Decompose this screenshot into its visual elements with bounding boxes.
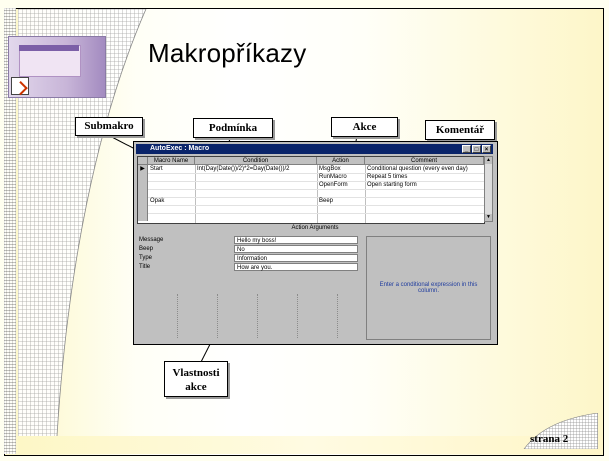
row-selector[interactable] bbox=[138, 197, 148, 205]
cell-macro-name[interactable]: Opak bbox=[148, 197, 195, 205]
argument-row: Message Hello my boss! bbox=[137, 236, 362, 244]
argument-value-input[interactable]: How are you. bbox=[234, 263, 358, 271]
cell-action[interactable]: RunMacro bbox=[317, 173, 365, 181]
argument-row: Type Information bbox=[137, 254, 362, 262]
row-selector[interactable] bbox=[138, 173, 148, 181]
close-button[interactable]: × bbox=[482, 145, 491, 153]
action-arguments-panel: Message Hello my boss! Beep No Type Info… bbox=[137, 234, 362, 340]
macro-window: AutoExec : Macro _ □ × Macro Name Condit… bbox=[133, 141, 498, 345]
callout-podminka: Podmínka bbox=[193, 118, 273, 138]
argument-row: Beep No bbox=[137, 245, 362, 253]
argument-label: Type bbox=[139, 255, 153, 261]
callout-vlastnosti-line1: Vlastnosti bbox=[172, 367, 220, 379]
callout-akce: Akce bbox=[331, 117, 398, 137]
argument-value-input[interactable]: No bbox=[234, 245, 358, 253]
scroll-up-icon[interactable]: ▲ bbox=[485, 157, 492, 164]
minimize-button[interactable]: _ bbox=[462, 145, 471, 153]
cell-action[interactable]: Beep bbox=[317, 197, 365, 205]
callout-vlastnosti-akce: Vlastnosti akce bbox=[164, 361, 228, 397]
header-condition[interactable]: Condition bbox=[195, 157, 317, 165]
cell-condition[interactable]: Int(Day(Date())/2)*2=Day(Date())/2 bbox=[195, 165, 317, 173]
cell-comment[interactable]: Open starting form bbox=[365, 181, 484, 189]
argument-value-input[interactable]: Information bbox=[234, 254, 358, 262]
header-macro-name[interactable]: Macro Name bbox=[148, 157, 195, 165]
cell-action[interactable]: MsgBox bbox=[317, 165, 365, 173]
action-arguments-header: Action Arguments bbox=[291, 225, 339, 231]
grid-corner bbox=[138, 157, 148, 165]
help-text-panel: Enter a conditional expression in this c… bbox=[366, 236, 491, 340]
header-action[interactable]: Action bbox=[317, 157, 365, 165]
callout-submakro: Submakro bbox=[75, 117, 143, 136]
row-selector[interactable] bbox=[138, 213, 148, 221]
cell-action[interactable]: OpenForm bbox=[317, 181, 365, 189]
cell-comment[interactable]: Repeat 5 times bbox=[365, 173, 484, 181]
callout-vlastnosti-line2: akce bbox=[185, 381, 207, 393]
macro-grid: Macro Name Condition Action Comment ▶ St… bbox=[137, 156, 485, 224]
argument-label: Beep bbox=[139, 246, 154, 252]
row-selector-current[interactable]: ▶ bbox=[138, 165, 148, 173]
row-selector[interactable] bbox=[138, 189, 148, 197]
help-text: Enter a conditional expression in this c… bbox=[379, 282, 478, 294]
argument-label: Title bbox=[139, 264, 151, 270]
argument-value-input[interactable]: Hello my boss! bbox=[234, 236, 358, 244]
grid-scrollbar[interactable]: ▲ ▼ bbox=[484, 156, 493, 222]
slide: Makropříkazy Submakro Podmínka Akce Kome… bbox=[0, 0, 609, 461]
maximize-button[interactable]: □ bbox=[472, 145, 481, 153]
callout-komentar: Komentář bbox=[425, 120, 495, 140]
cell-macro-name[interactable]: Start bbox=[148, 165, 195, 173]
argument-row: Title How are you. bbox=[137, 263, 362, 271]
header-comment[interactable]: Comment bbox=[365, 157, 484, 165]
row-selector[interactable] bbox=[138, 181, 148, 189]
window-titlebar[interactable]: AutoExec : Macro _ □ × bbox=[136, 144, 493, 154]
window-title: AutoExec : Macro bbox=[150, 145, 210, 152]
row-selector[interactable] bbox=[138, 205, 148, 213]
page-number: strana 2 bbox=[530, 433, 569, 445]
cell-comment[interactable]: Conditional question (every even day) bbox=[365, 165, 484, 173]
slide-footer bbox=[18, 436, 602, 454]
argument-label: Message bbox=[139, 237, 164, 243]
scroll-down-icon[interactable]: ▼ bbox=[485, 214, 492, 221]
